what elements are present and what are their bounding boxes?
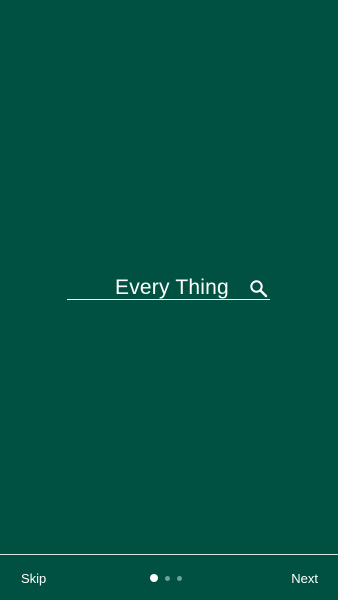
skip-button[interactable]: Skip [21, 571, 46, 587]
page-dot-3[interactable] [177, 575, 182, 581]
page-dot-1-active[interactable] [150, 574, 158, 582]
page-indicator [150, 573, 182, 583]
page-dot-2[interactable] [165, 575, 170, 581]
search-text: Every Thing [115, 276, 229, 299]
onboarding-screen: Every Thing Skip Next [0, 0, 338, 600]
search-bar[interactable]: Every Thing [67, 272, 270, 300]
next-button[interactable]: Next [291, 571, 318, 587]
search-icon[interactable] [249, 279, 269, 299]
bottom-navigation-bar: Skip Next [0, 555, 338, 600]
